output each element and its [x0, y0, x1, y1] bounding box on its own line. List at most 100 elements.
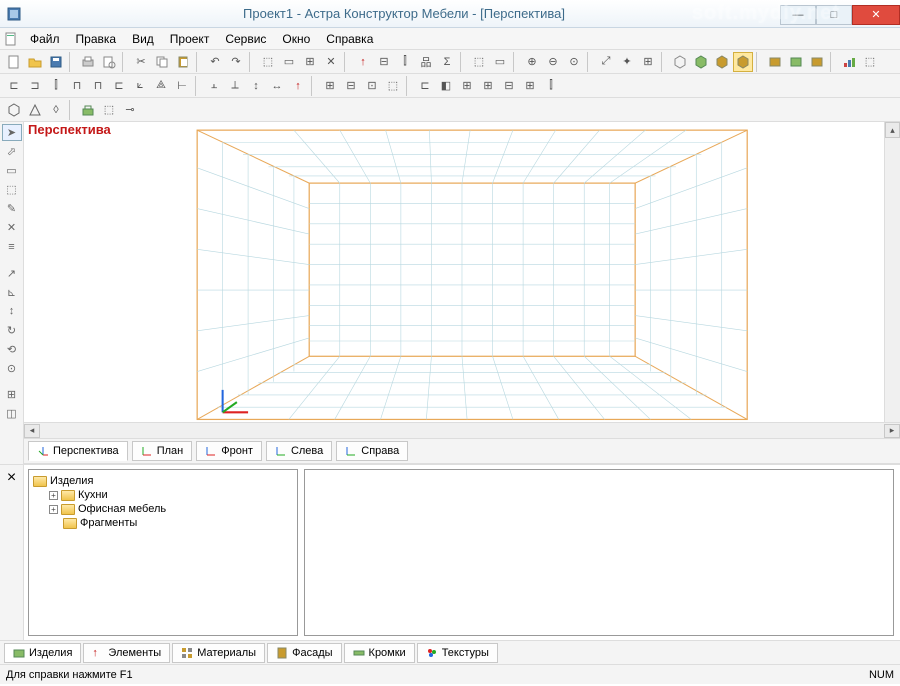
scroll-up-icon[interactable]: ▴	[885, 122, 900, 138]
tool-icon[interactable]: ⊞	[638, 52, 658, 72]
tool-icon[interactable]: ⊙	[2, 360, 22, 377]
zoom-out-icon[interactable]: ⊖	[543, 52, 563, 72]
tool-icon[interactable]: ◧	[436, 76, 456, 96]
tool-icon[interactable]: ⊏	[109, 76, 129, 96]
rotate-icon[interactable]: ⟲	[2, 341, 22, 358]
tab-front[interactable]: Фронт	[196, 441, 262, 461]
tool-icon[interactable]: ⊐	[25, 76, 45, 96]
tool-icon[interactable]: ⬚	[860, 52, 880, 72]
tool-icon[interactable]: ⊢	[172, 76, 192, 96]
btab-edges[interactable]: Кромки	[344, 643, 415, 663]
open-icon[interactable]	[25, 52, 45, 72]
menu-file[interactable]: Файл	[22, 30, 68, 48]
tool-icon[interactable]: ↕	[2, 303, 22, 320]
scroll-left-icon[interactable]: ◂	[24, 424, 40, 438]
cube-icon[interactable]	[670, 52, 690, 72]
box-icon[interactable]	[765, 52, 785, 72]
cube-icon[interactable]	[691, 52, 711, 72]
menu-view[interactable]: Вид	[124, 30, 162, 48]
tool-icon[interactable]: ⬚	[99, 100, 119, 120]
menu-help[interactable]: Справка	[318, 30, 381, 48]
tool-icon[interactable]: ⟀	[130, 76, 150, 96]
tool-icon[interactable]: ↗	[2, 265, 22, 282]
zoom-fit-icon[interactable]: ⊙	[564, 52, 584, 72]
expand-icon[interactable]: +	[49, 491, 58, 500]
tool-icon[interactable]: ⊟	[374, 52, 394, 72]
tree-item[interactable]: + Кухни	[49, 488, 293, 502]
arrow-up-icon[interactable]: ↑	[353, 52, 373, 72]
tool-icon[interactable]: ⫿	[541, 76, 561, 96]
tree-item[interactable]: + Офисная мебель	[49, 502, 293, 516]
tool-icon[interactable]: ◫	[2, 405, 22, 422]
box-icon[interactable]	[786, 52, 806, 72]
tool-icon[interactable]: ↔	[267, 76, 287, 96]
new-icon[interactable]	[4, 52, 24, 72]
tab-plan[interactable]: План	[132, 441, 193, 461]
btab-products[interactable]: Изделия	[4, 643, 81, 663]
menu-edit[interactable]: Правка	[68, 30, 125, 48]
tool-icon[interactable]: ⬚	[383, 76, 403, 96]
btab-elements[interactable]: ↑ Элементы	[83, 643, 170, 663]
tool-icon[interactable]: ⫠	[204, 76, 224, 96]
print-icon[interactable]	[78, 52, 98, 72]
save-icon[interactable]	[46, 52, 66, 72]
btab-materials[interactable]: Материалы	[172, 643, 265, 663]
undo-icon[interactable]: ↶	[205, 52, 225, 72]
tool-icon[interactable]: ✦	[617, 52, 637, 72]
cube-icon[interactable]	[4, 100, 24, 120]
tool-icon[interactable]: ⫿	[395, 52, 415, 72]
tool-icon[interactable]: ⊡	[362, 76, 382, 96]
tool-icon[interactable]: ↕	[246, 76, 266, 96]
tool-icon[interactable]: ⊓	[67, 76, 87, 96]
tool-icon[interactable]: ⊞	[320, 76, 340, 96]
print-preview-icon[interactable]	[99, 52, 119, 72]
zoom-in-icon[interactable]: ⊕	[522, 52, 542, 72]
tool-icon[interactable]: ⊞	[478, 76, 498, 96]
tool-icon[interactable]: ✕	[2, 219, 22, 236]
tool-icon[interactable]: ⊏	[415, 76, 435, 96]
tool-icon[interactable]: ⊟	[499, 76, 519, 96]
expand-icon[interactable]: +	[49, 505, 58, 514]
panel-close-button[interactable]: ×	[0, 465, 24, 640]
link-icon[interactable]: 品	[416, 52, 436, 72]
chart-icon[interactable]	[839, 52, 859, 72]
btab-facades[interactable]: Фасады	[267, 643, 341, 663]
tool-icon[interactable]: ⫿	[46, 76, 66, 96]
menu-service[interactable]: Сервис	[217, 30, 274, 48]
tab-left[interactable]: Слева	[266, 441, 332, 461]
tool-icon[interactable]: ≡	[2, 238, 22, 255]
paste-icon[interactable]	[173, 52, 193, 72]
tool-icon[interactable]: ⊞	[2, 386, 22, 403]
tool-icon[interactable]: ⊞	[300, 52, 320, 72]
redo-icon[interactable]: ↷	[226, 52, 246, 72]
tab-right[interactable]: Справа	[336, 441, 408, 461]
tool-icon[interactable]: ⬚	[2, 181, 22, 198]
mirror-icon[interactable]: ◊	[46, 100, 66, 120]
rect-icon[interactable]: ▭	[2, 162, 22, 179]
cube-icon[interactable]	[712, 52, 732, 72]
tree-panel[interactable]: Изделия + Кухни + Офисная мебель Фрагмен…	[28, 469, 298, 636]
tool-icon[interactable]: ⊞	[457, 76, 477, 96]
cone-icon[interactable]	[25, 100, 45, 120]
cut-icon[interactable]: ✂	[131, 52, 151, 72]
tab-perspective[interactable]: Перспектива	[28, 441, 128, 461]
tool-icon[interactable]: ⤢	[596, 52, 616, 72]
horizontal-scrollbar[interactable]: ◂ ▸	[24, 422, 900, 438]
arrow-up-icon[interactable]: ↑	[288, 76, 308, 96]
tool-icon[interactable]: ▭	[279, 52, 299, 72]
tool-icon[interactable]: ⟂	[225, 76, 245, 96]
tool-icon[interactable]: ⊏	[4, 76, 24, 96]
tool-icon[interactable]: ✕	[321, 52, 341, 72]
tool-icon[interactable]: ⬚	[469, 52, 489, 72]
tree-root[interactable]: Изделия	[33, 474, 293, 488]
close-button[interactable]: ✕	[852, 5, 900, 25]
tool-icon[interactable]: ⊟	[341, 76, 361, 96]
tool-icon[interactable]: ▭	[490, 52, 510, 72]
tool-icon[interactable]: ✎	[2, 200, 22, 217]
tool-icon[interactable]: ⊸	[120, 100, 140, 120]
tool-icon[interactable]: ⊞	[520, 76, 540, 96]
tool-icon[interactable]: ⬚	[258, 52, 278, 72]
viewport-3d[interactable]: Перспектива	[24, 122, 900, 422]
pointer-icon[interactable]: ➤	[2, 124, 22, 141]
menu-project[interactable]: Проект	[162, 30, 218, 48]
